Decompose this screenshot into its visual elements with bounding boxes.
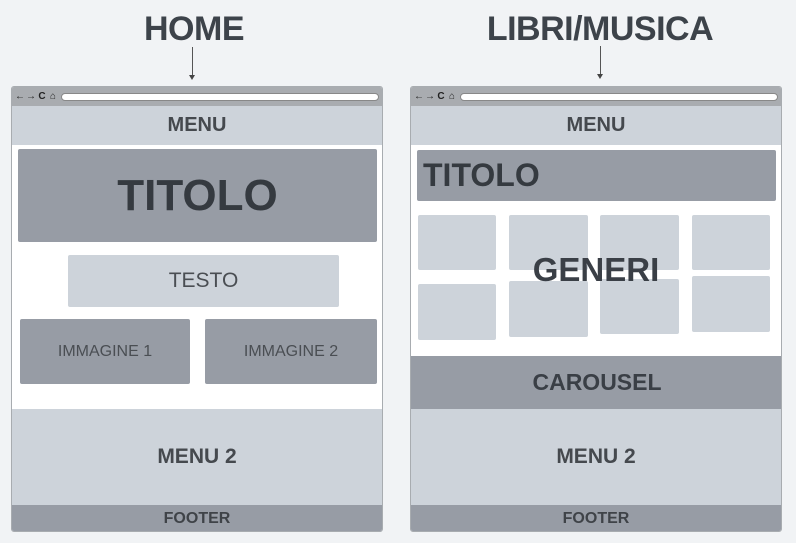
browser-toolbar: ← → C ⌂ (411, 87, 781, 106)
home-page-heading: HOME (144, 10, 245, 48)
back-arrow-icon[interactable]: ← (414, 91, 424, 102)
libri-musica-page-heading: LIBRI/MUSICA (486, 10, 714, 48)
address-bar[interactable] (61, 92, 379, 101)
browser-toolbar: ← → C ⌂ (12, 87, 382, 106)
carousel-block: CAROUSEL (411, 356, 781, 409)
down-arrow-icon (597, 46, 603, 79)
reload-icon[interactable]: C (436, 91, 446, 102)
footer-section: FOOTER (411, 505, 781, 531)
title-block: TITOLO (417, 150, 776, 201)
menu-section: MENU (12, 106, 382, 145)
footer-section: FOOTER (12, 505, 382, 531)
title-block: TITOLO (18, 149, 377, 242)
text-block: TESTO (68, 255, 339, 307)
menu-2-section: MENU 2 (12, 409, 382, 505)
home-icon[interactable]: ⌂ (48, 91, 58, 102)
genre-tile (418, 284, 496, 340)
libri-musica-browser-wireframe: ← → C ⌂ MENU TITOLO GENERI CAROUSEL MENU… (410, 86, 782, 532)
menu-2-section: MENU 2 (411, 409, 781, 505)
image-1-block: IMMAGINE 1 (20, 319, 190, 384)
genre-tile (509, 281, 588, 337)
down-arrow-icon (189, 47, 195, 80)
forward-arrow-icon[interactable]: → (425, 91, 435, 102)
menu-section: MENU (411, 106, 781, 145)
home-browser-wireframe: ← → C ⌂ MENU TITOLO TESTO IMMAGINE 1 IMM… (11, 86, 383, 532)
home-icon[interactable]: ⌂ (447, 91, 457, 102)
forward-arrow-icon[interactable]: → (26, 91, 36, 102)
back-arrow-icon[interactable]: ← (15, 91, 25, 102)
reload-icon[interactable]: C (37, 91, 47, 102)
genres-label: GENERI (532, 251, 660, 288)
image-2-block: IMMAGINE 2 (205, 319, 377, 384)
address-bar[interactable] (460, 92, 778, 101)
